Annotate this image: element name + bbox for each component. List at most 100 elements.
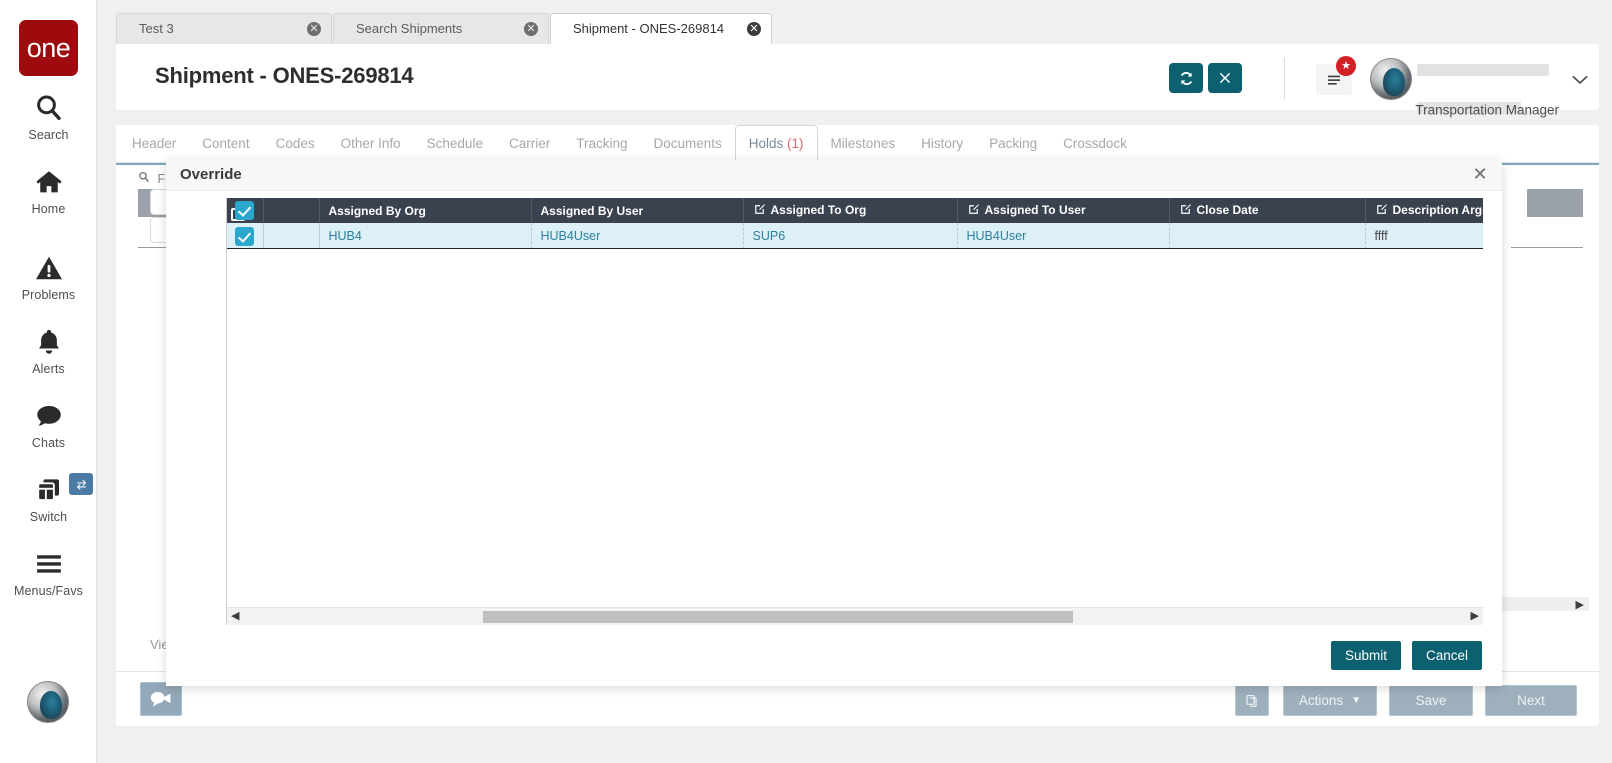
grid-scroll-area: Assigned By Org Assigned By User Assigne… — [227, 198, 1483, 607]
browser-tab-search-shipments[interactable]: Search Shipments ✕ — [333, 13, 549, 44]
save-button-label: Save — [1415, 693, 1447, 708]
tab-label: Header — [132, 136, 177, 151]
save-button[interactable]: Save — [1389, 685, 1473, 716]
column-label: Assigned To User — [984, 202, 1086, 217]
row-select-cell[interactable] — [227, 223, 264, 249]
avatar[interactable] — [1370, 58, 1412, 100]
tab-schedule[interactable]: Schedule — [414, 125, 496, 163]
grid-horizontal-scrollbar[interactable]: ◀ ▶ — [227, 607, 1483, 625]
next-button[interactable]: Next — [1485, 685, 1577, 716]
tab-packing[interactable]: Packing — [976, 125, 1050, 163]
tab-label: Codes — [275, 136, 315, 151]
tab-label: Tracking — [576, 136, 628, 151]
tab-milestones[interactable]: Milestones — [818, 125, 909, 163]
refresh-icon[interactable] — [1169, 63, 1203, 93]
tab-label: Content — [202, 136, 250, 151]
tab-holds-count: (1) — [787, 136, 804, 151]
detail-tabs: Header Content Codes Other Info Schedule… — [116, 125, 1599, 163]
caret-right-icon[interactable]: ▶ — [1576, 598, 1584, 611]
close-circle-icon[interactable]: ✕ — [307, 22, 321, 36]
user-name-redacted — [1417, 64, 1559, 114]
tab-holds[interactable]: Holds (1) — [734, 125, 818, 163]
browser-tab-label: Shipment - ONES-269814 — [573, 21, 725, 36]
browser-tab-shipment[interactable]: Shipment - ONES-269814 ✕ — [550, 13, 772, 44]
submit-button[interactable]: Submit — [1331, 641, 1401, 670]
override-modal: Override ✕ Assigned By Org Assigned By U… — [166, 160, 1502, 686]
edit-pencil-icon — [1179, 203, 1192, 219]
tab-label: Other Info — [340, 136, 401, 151]
cell-close-date[interactable] — [1169, 223, 1366, 249]
next-button-label: Next — [1517, 693, 1545, 708]
cell-assigned-to-user[interactable]: HUB4User — [957, 223, 1170, 249]
tab-content[interactable]: Content — [189, 125, 262, 163]
tab-header[interactable]: Header — [119, 125, 189, 163]
caret-right-icon[interactable]: ▶ — [1471, 609, 1479, 622]
rail-item-label: Home — [31, 202, 66, 216]
col-close-date[interactable]: Close Date — [1169, 198, 1366, 223]
swap-arrows-icon[interactable] — [69, 473, 93, 495]
tab-codes[interactable]: Codes — [263, 125, 328, 163]
select-all-checkbox[interactable] — [235, 201, 255, 220]
scrollbar-thumb[interactable] — [483, 611, 1073, 623]
rail-item-label: Menus/Favs — [13, 584, 84, 598]
close-circle-icon[interactable]: ✕ — [524, 22, 538, 36]
tab-other-info[interactable]: Other Info — [328, 125, 414, 163]
rail-item-problems[interactable]: Problems — [0, 253, 97, 302]
close-circle-icon[interactable]: ✕ — [747, 22, 761, 36]
col-assigned-by-user[interactable]: Assigned By User — [531, 198, 744, 223]
rail-item-label: Chats — [31, 436, 66, 450]
rail-item-label: Search — [28, 128, 69, 142]
page-header-card: Shipment - ONES-269814 ★ Transportation … — [116, 44, 1599, 118]
col-description-args[interactable]: Description Args — [1365, 198, 1483, 223]
rail-item-search[interactable]: Search — [0, 93, 97, 142]
table-header-row: Assigned By Org Assigned By User Assigne… — [227, 198, 1483, 223]
col-assigned-to-org[interactable]: Assigned To Org — [743, 198, 958, 223]
copy-icon[interactable] — [1235, 685, 1269, 716]
rail-item-menus-favs[interactable]: Menus/Favs — [0, 549, 97, 598]
close-icon[interactable]: ✕ — [1468, 163, 1492, 187]
column-label: Assigned To Org — [770, 202, 867, 217]
rail-item-chats[interactable]: Chats — [0, 401, 97, 450]
cell-assigned-by-user[interactable]: HUB4User — [531, 223, 744, 249]
cell-assigned-to-org[interactable]: SUP6 — [743, 223, 958, 249]
brand-logo[interactable]: one — [19, 20, 78, 76]
modal-header: Override ✕ — [166, 160, 1502, 191]
tab-tracking[interactable]: Tracking — [563, 125, 640, 163]
row-checkbox[interactable] — [235, 226, 255, 246]
chevron-down-icon[interactable] — [1565, 63, 1595, 97]
avatar[interactable] — [27, 681, 69, 723]
background-hscrollbar[interactable]: ▶ — [1495, 597, 1589, 611]
cell-description-args[interactable]: ffff — [1365, 223, 1483, 249]
row-spacer-cell — [263, 223, 320, 249]
tab-label: Documents — [653, 136, 722, 151]
rail-item-home[interactable]: Home — [0, 167, 97, 216]
home-icon — [0, 167, 97, 201]
cell-assigned-by-org[interactable]: HUB4 — [319, 223, 532, 249]
rail-item-alerts[interactable]: Alerts — [0, 327, 97, 376]
tab-label: Carrier — [508, 136, 551, 151]
tab-history[interactable]: History — [908, 125, 976, 163]
search-icon — [0, 93, 97, 127]
browser-tab-label: Test 3 — [139, 21, 174, 36]
override-grid: Assigned By Org Assigned By User Assigne… — [226, 198, 1483, 625]
chat-bubble-icon — [0, 401, 97, 435]
chat-bubbles-icon[interactable] — [140, 682, 182, 716]
tab-carrier[interactable]: Carrier — [496, 125, 563, 163]
rail-item-label: Switch — [29, 510, 68, 524]
tab-label: Crossdock — [1063, 136, 1127, 151]
caret-left-icon[interactable]: ◀ — [231, 609, 239, 622]
tab-label: History — [921, 136, 964, 151]
col-assigned-by-org[interactable]: Assigned By Org — [319, 198, 532, 223]
select-all-header[interactable] — [227, 198, 264, 223]
col-assigned-to-user[interactable]: Assigned To User — [957, 198, 1170, 223]
tab-documents[interactable]: Documents — [640, 125, 734, 163]
x-icon[interactable] — [1208, 63, 1242, 93]
actions-button[interactable]: Actions ▼ — [1283, 685, 1377, 716]
cancel-button[interactable]: Cancel — [1412, 641, 1482, 670]
search-icon — [138, 171, 153, 186]
column-label: Assigned By User — [540, 203, 644, 218]
edit-pencil-icon — [1375, 203, 1388, 219]
table-row[interactable]: HUB4 HUB4User SUP6 HUB4User ffff — [227, 223, 1483, 249]
browser-tab-test-3[interactable]: Test 3 ✕ — [116, 13, 332, 44]
tab-crossdock[interactable]: Crossdock — [1050, 125, 1140, 163]
